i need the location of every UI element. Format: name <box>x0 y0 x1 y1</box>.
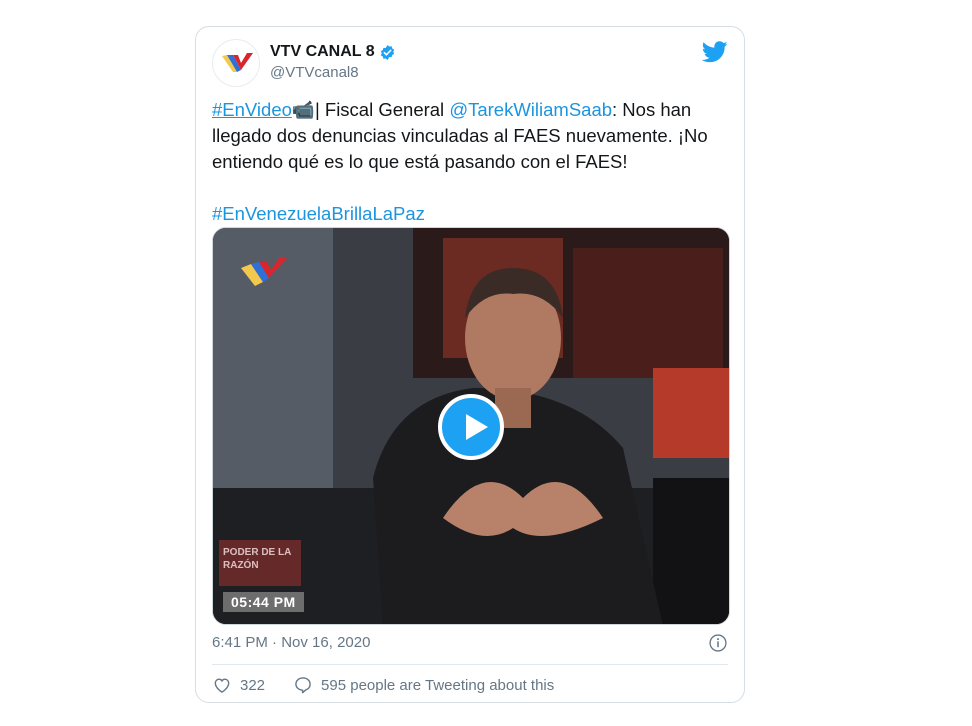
like-count: 322 <box>240 676 266 694</box>
avatar[interactable] <box>212 39 260 87</box>
user-handle[interactable]: @VTVcanal8 <box>270 63 396 83</box>
conversation-text: 595 people are Tweeting about this <box>321 676 555 694</box>
mention-link[interactable]: @TarekWiliamSaab <box>449 99 612 120</box>
tweet-meta: 6:41 PM · Nov 16, 2020 <box>212 633 728 653</box>
user-names: VTV CANAL 8 @VTVcanal8 <box>270 41 396 83</box>
speech-bubble-icon <box>295 677 311 694</box>
info-icon[interactable] <box>708 633 728 653</box>
video-media[interactable]: PODER DE LA RAZÓN 05:44 PM <box>212 227 730 625</box>
verified-badge-icon <box>380 44 394 60</box>
like-action[interactable]: 322 <box>212 675 265 695</box>
heart-icon <box>214 678 230 693</box>
display-name-row: VTV CANAL 8 <box>270 41 396 63</box>
tweet-date[interactable]: Nov 16, 2020 <box>281 634 370 651</box>
divider <box>212 664 728 665</box>
show-name-overlay: PODER DE LA RAZÓN <box>219 540 301 586</box>
tweet-paragraph-1: #EnVideo📹| Fiscal General @TarekWiliamSa… <box>212 97 722 175</box>
vtv-logo-icon <box>222 53 253 72</box>
tweet-paragraph-2: #EnVenezuelaBrillaLaPaz <box>212 201 722 227</box>
tweet-card: VTV CANAL 8 @VTVcanal8 #EnVideo📹| Fiscal… <box>195 26 745 703</box>
hashtag-venezuela-link[interactable]: #EnVenezuelaBrillaLaPaz <box>212 203 425 224</box>
tweet-header: VTV CANAL 8 @VTVcanal8 <box>212 39 728 95</box>
play-icon[interactable] <box>438 394 504 460</box>
twitter-bird-icon[interactable] <box>702 41 728 63</box>
meta-separator: · <box>267 634 282 651</box>
conversation-action[interactable]: 595 people are Tweeting about this <box>293 675 554 695</box>
tweet-text: #EnVideo📹| Fiscal General @TarekWiliamSa… <box>212 97 722 227</box>
camera-emoji: 📹 <box>291 99 315 120</box>
tweet-actions: 322 595 people are Tweeting about this <box>212 673 728 697</box>
hashtag-en-video-link[interactable]: #EnVideo <box>212 99 292 120</box>
video-time-overlay: 05:44 PM <box>223 592 304 612</box>
display-name[interactable]: VTV CANAL 8 <box>270 41 375 63</box>
tweet-text-part-a: | Fiscal General <box>314 99 450 120</box>
tweet-time[interactable]: 6:41 PM <box>212 634 268 651</box>
